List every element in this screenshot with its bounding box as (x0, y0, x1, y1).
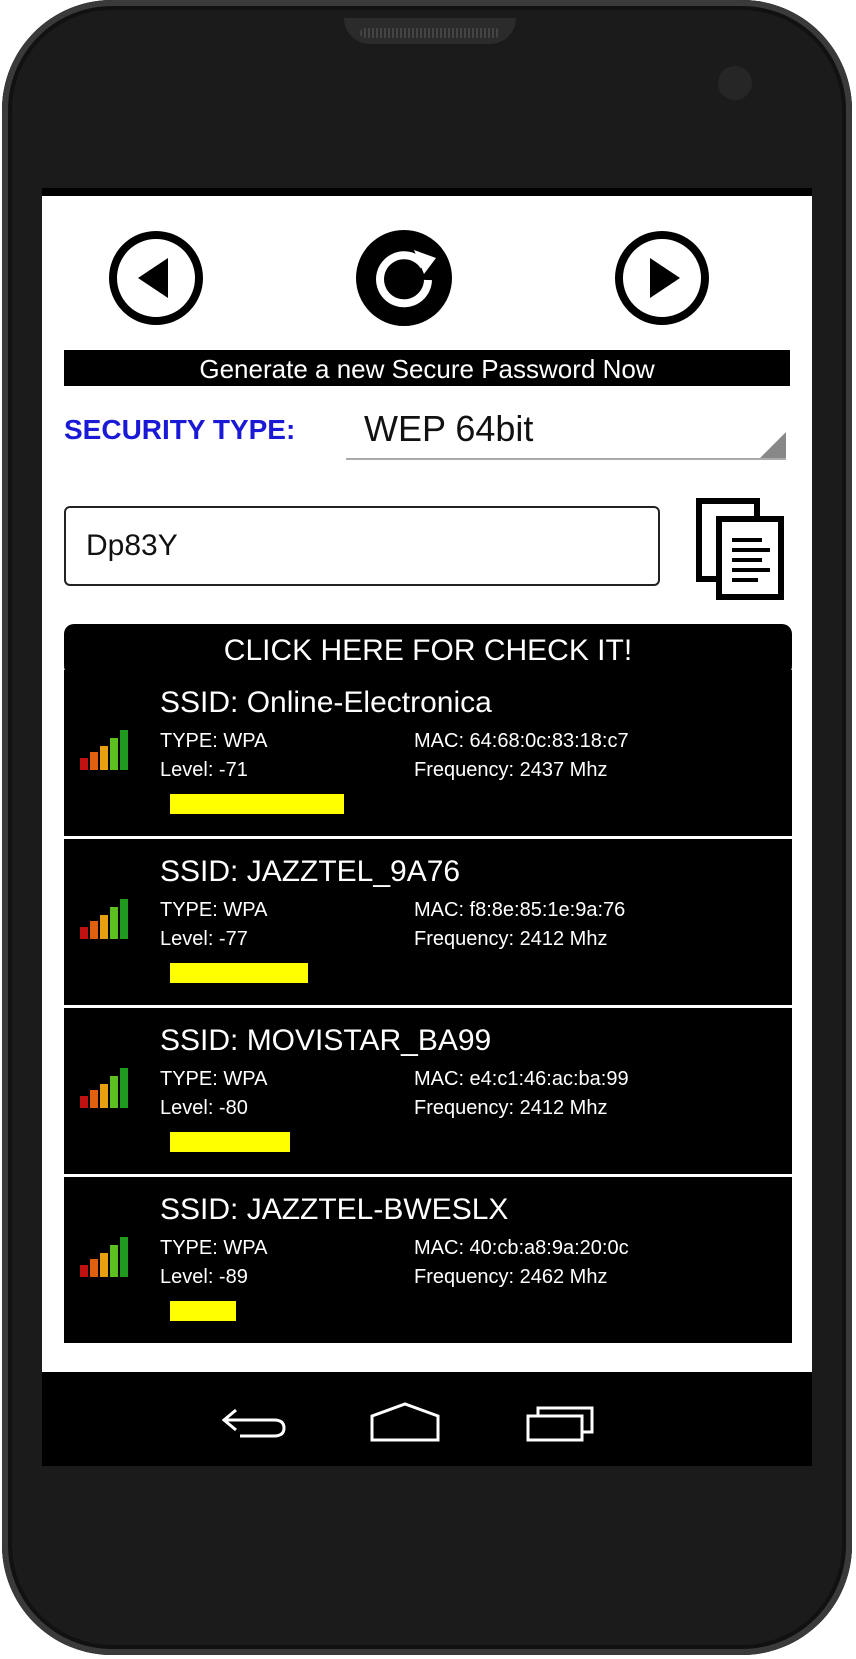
dropdown-corner-icon (760, 432, 786, 458)
signal-strength-bar (170, 794, 344, 814)
arrow-left-circle-icon[interactable] (106, 228, 206, 328)
signal-strength-icon (80, 1237, 128, 1277)
network-type: TYPE: WPA (160, 1237, 268, 1259)
network-card[interactable]: SSID: JAZZTEL-BWESLX TYPE: WPA Level: -8… (64, 1177, 792, 1343)
signal-strength-icon (80, 1068, 128, 1108)
speaker-grill (360, 28, 500, 38)
front-camera (718, 66, 752, 100)
system-nav-bar (42, 1372, 812, 1466)
signal-strength-icon (80, 899, 128, 939)
copy-icon[interactable] (690, 494, 790, 604)
security-type-select[interactable]: WEP 64bit (346, 402, 786, 460)
status-bar (42, 188, 812, 196)
generate-password-banner[interactable]: Generate a new Secure Password Now (64, 350, 790, 386)
refresh-circle-icon[interactable] (354, 228, 454, 328)
password-input[interactable] (64, 506, 660, 586)
network-mac: MAC: f8:8e:85:1e:9a:76 (414, 899, 626, 921)
network-level: Level: -77 (160, 928, 248, 950)
network-type: TYPE: WPA (160, 899, 268, 921)
recent-apps-icon[interactable] (524, 1402, 596, 1442)
signal-strength-icon (80, 730, 128, 770)
network-card[interactable]: SSID: MOVISTAR_BA99 TYPE: WPA Level: -80… (64, 1008, 792, 1174)
network-frequency: Frequency: 2412 Mhz (414, 1097, 608, 1119)
signal-strength-bar (170, 1301, 236, 1321)
network-type: TYPE: WPA (160, 730, 268, 752)
network-frequency: Frequency: 2462 Mhz (414, 1266, 608, 1288)
network-ssid: SSID: Online-Electronica (160, 686, 492, 719)
network-mac: MAC: 64:68:0c:83:18:c7 (414, 730, 629, 752)
network-card[interactable]: SSID: Online-Electronica TYPE: WPA Level… (64, 670, 792, 836)
back-icon[interactable] (220, 1402, 290, 1442)
network-mac: MAC: e4:c1:46:ac:ba:99 (414, 1068, 629, 1090)
network-ssid: SSID: MOVISTAR_BA99 (160, 1024, 492, 1057)
network-ssid: SSID: JAZZTEL_9A76 (160, 855, 461, 888)
network-ssid: SSID: JAZZTEL-BWESLX (160, 1193, 509, 1226)
arrow-right-circle-icon[interactable] (612, 228, 712, 328)
network-card[interactable]: SSID: JAZZTEL_9A76 TYPE: WPA Level: -77 … (64, 839, 792, 1005)
network-level: Level: -80 (160, 1097, 248, 1119)
network-frequency: Frequency: 2437 Mhz (414, 759, 608, 781)
network-mac: MAC: 40:cb:a8:9a:20:0c (414, 1237, 629, 1259)
check-password-button[interactable]: CLICK HERE FOR CHECK IT! (64, 624, 792, 676)
security-type-label: SECURITY TYPE: (64, 414, 296, 445)
security-type-value: WEP 64bit (364, 408, 534, 449)
network-frequency: Frequency: 2412 Mhz (414, 928, 608, 950)
network-level: Level: -71 (160, 759, 248, 781)
signal-strength-bar (170, 1132, 290, 1152)
network-type: TYPE: WPA (160, 1068, 268, 1090)
app-screen: Generate a new Secure Password Now SECUR… (42, 188, 812, 1466)
network-level: Level: -89 (160, 1266, 248, 1288)
home-icon[interactable] (368, 1402, 442, 1442)
signal-strength-bar (170, 963, 308, 983)
